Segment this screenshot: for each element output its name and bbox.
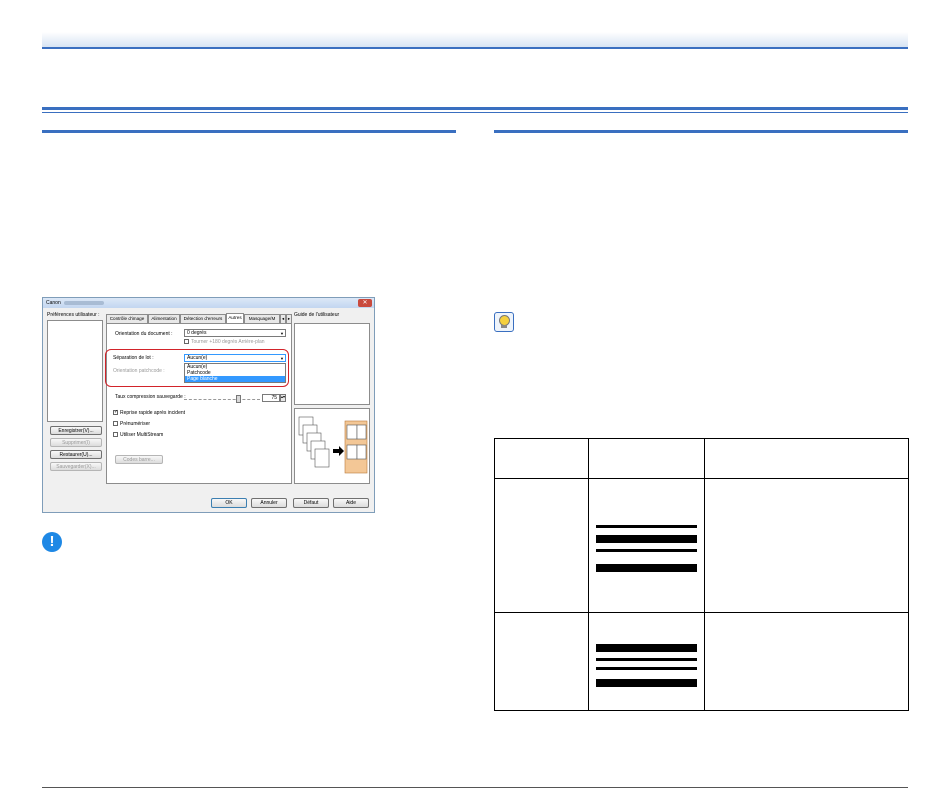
rotate-checkbox[interactable]: Tourner +180 degrés Arrière-plan [184, 339, 265, 345]
multistream-checkbox[interactable]: Utiliser MultiStream [113, 432, 163, 438]
section-title-rule [42, 107, 908, 113]
tab-others[interactable]: Autres [226, 313, 244, 323]
lightbulb-base [501, 325, 507, 328]
dialog-title: Canon [46, 300, 104, 306]
table-row-divider [494, 612, 909, 613]
doc-orientation-label: Orientation du document : [115, 331, 173, 337]
compression-value-field[interactable]: 75 [262, 394, 280, 402]
tab-error-detection[interactable]: Détection d'erreurs [180, 314, 226, 323]
batch-option-blank-page[interactable]: Page blanche [185, 376, 285, 382]
ok-button[interactable]: OK [211, 498, 247, 508]
close-icon[interactable]: ✕ [358, 299, 372, 307]
patch-bar [596, 658, 697, 661]
user-guide-label: Guide de l'utilisateur [294, 312, 340, 318]
left-column-rule [42, 130, 456, 133]
patch-bar [596, 549, 697, 552]
table-col-divider-1 [588, 438, 589, 711]
batch-separation-dropdown[interactable]: Aucun(e) Patchcode Page blanche [184, 363, 286, 383]
info-icon: ! [42, 532, 62, 552]
patch-bar [596, 644, 697, 652]
save-prefs-button[interactable]: Enregistrer(V)... [50, 426, 102, 435]
batch-separation-illustration [298, 416, 368, 474]
compression-label: Taux compression sauvegarde : [115, 394, 186, 400]
delete-prefs-button[interactable]: Supprimer(I) [50, 438, 102, 447]
tab-scroll-right-icon[interactable]: ▸ [286, 314, 292, 323]
backup-prefs-button[interactable]: Sauvegarder(X)... [50, 462, 102, 471]
patch-bar [596, 564, 697, 572]
patchcode-orientation-label: Orientation patchcode : [113, 368, 165, 374]
chevron-down-icon: ▼ [280, 331, 284, 336]
user-prefs-list[interactable] [47, 320, 103, 422]
rapid-recovery-checkbox[interactable]: ✓ Reprise rapide après incident [113, 410, 185, 416]
tab-masking[interactable]: Masquage/M [244, 314, 280, 323]
chevron-down-icon: ▼ [280, 356, 284, 361]
batch-separation-label: Séparation de lot : [113, 355, 154, 361]
cancel-button[interactable]: Annuler [251, 498, 287, 508]
user-prefs-label: Préférences utilisateur : [47, 312, 100, 318]
illustration-panel [294, 408, 370, 484]
barcode-button[interactable]: Codes barre... [115, 455, 163, 464]
patch-bar [596, 525, 697, 528]
settings-dialog-screenshot: Canon ✕ Préférences utilisateur : Enregi… [42, 297, 375, 513]
tab-image-control[interactable]: Contrôle d'image [106, 314, 148, 323]
patch-bar [596, 667, 697, 670]
patch-bar [596, 535, 697, 543]
dialog-titlebar: Canon ✕ [43, 298, 374, 308]
help-button[interactable]: Aide [333, 498, 369, 508]
table-col-divider-2 [704, 438, 705, 711]
spinner-icon[interactable]: ▴▾ [280, 394, 286, 402]
default-button[interactable]: Défaut [293, 498, 329, 508]
compression-slider-thumb[interactable] [236, 395, 241, 403]
compression-slider-track[interactable] [184, 399, 260, 401]
tab-feeding[interactable]: Alimentation [148, 314, 180, 323]
table-header-divider [494, 478, 909, 479]
user-guide-panel [294, 323, 370, 405]
batch-separation-select[interactable]: Aucun(e) ▼ [184, 354, 286, 362]
doc-orientation-select[interactable]: 0 degrés ▼ [184, 329, 286, 337]
patch-bar [596, 679, 697, 687]
tip-icon [494, 312, 514, 332]
footer-rule [42, 787, 908, 788]
restore-prefs-button[interactable]: Restaurer(U)... [50, 450, 102, 459]
header-band [42, 32, 908, 49]
prescan-checkbox[interactable]: Prénumériser [113, 421, 150, 427]
right-column-rule [494, 130, 908, 133]
